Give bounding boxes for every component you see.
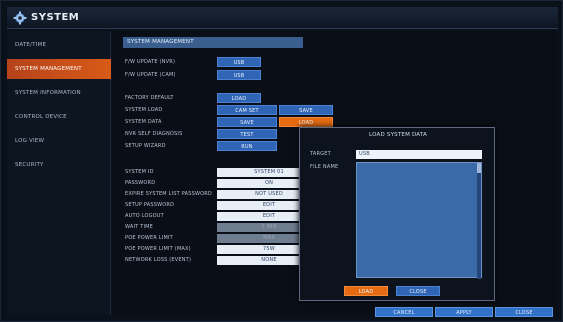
network-loss-event-label: NETWORK LOSS (EVENT)	[125, 257, 192, 263]
factory-default-label: FACTORY DEFAULT	[125, 95, 174, 101]
target-select[interactable]: USB	[356, 150, 482, 159]
window-frame: SYSTEM DATE/TIME SYSTEM MANAGEMENT SYSTE…	[0, 0, 563, 322]
system-load-label: SYSTEM LOAD	[125, 107, 163, 113]
factory-default-load-button[interactable]: LOAD	[217, 93, 261, 103]
title-bar: SYSTEM	[7, 7, 558, 29]
fw-update-cam-button[interactable]: USB	[217, 70, 261, 80]
poe-power-limit-max-label: POE POWER LIMIT (MAX)	[125, 246, 191, 252]
gear-icon	[13, 11, 27, 25]
close-button[interactable]: CLOSE	[495, 307, 553, 317]
sidebar-item-system-management[interactable]: SYSTEM MANAGEMENT	[7, 59, 111, 79]
file-list-scrollbar[interactable]	[477, 163, 481, 279]
apply-button[interactable]: APPLY	[435, 307, 493, 317]
setup-password-label: SETUP PASSWORD	[125, 202, 175, 208]
cancel-button[interactable]: CANCEL	[375, 307, 433, 317]
window-title: SYSTEM	[31, 12, 80, 23]
sidebar: DATE/TIME SYSTEM MANAGEMENT SYSTEM INFOR…	[7, 31, 111, 315]
sidebar-item-log-view[interactable]: LOG VIEW	[7, 131, 111, 151]
target-label: TARGET	[310, 151, 331, 157]
sidebar-item-system-information[interactable]: SYSTEM INFORMATION	[7, 83, 111, 103]
wait-time-label: WAIT TIME	[125, 224, 154, 230]
fw-update-nvr-label: F/W UPDATE (NVR)	[125, 59, 176, 65]
system-data-load-button[interactable]: LOAD	[279, 117, 333, 127]
sidebar-item-security[interactable]: SECURITY	[7, 155, 111, 175]
scrollbar-thumb[interactable]	[477, 163, 481, 173]
nvr-self-diagnosis-test-button[interactable]: TEST	[217, 129, 277, 139]
system-load-cam-set-button[interactable]: CAM SET	[217, 105, 277, 115]
setup-wizard-label: SETUP WIZARD	[125, 143, 166, 149]
setup-wizard-run-button[interactable]: RUN	[217, 141, 277, 151]
dialog-load-button[interactable]: LOAD	[344, 286, 388, 296]
system-data-label: SYSTEM DATA	[125, 119, 162, 125]
section-title: SYSTEM MANAGEMENT	[123, 37, 303, 48]
system-id-label: SYSTEM ID	[125, 169, 154, 175]
auto-logout-label: AUTO LOGOUT	[125, 213, 164, 219]
dialog-title: LOAD SYSTEM DATA	[369, 132, 427, 138]
dialog-close-button[interactable]: CLOSE	[396, 286, 440, 296]
expire-system-list-password-label: EXPIRE SYSTEM LIST PASSWORD	[125, 191, 212, 197]
password-label: PASSWORD	[125, 180, 156, 186]
system-data-save-button[interactable]: SAVE	[217, 117, 277, 127]
fw-update-cam-label: F/W UPDATE (CAM)	[125, 72, 176, 78]
file-name-label: FILE NAME	[310, 164, 339, 170]
system-load-save-button[interactable]: SAVE	[279, 105, 333, 115]
poe-power-limit-label: POE POWER LIMIT	[125, 235, 173, 241]
file-list[interactable]	[356, 162, 482, 279]
sidebar-item-control-device[interactable]: CONTROL DEVICE	[7, 107, 111, 127]
load-system-data-dialog: LOAD SYSTEM DATA TARGET USB FILE NAME LO…	[299, 127, 495, 301]
fw-update-nvr-button[interactable]: USB	[217, 57, 261, 67]
sidebar-item-date-time[interactable]: DATE/TIME	[7, 35, 111, 55]
nvr-self-diagnosis-label: NVR SELF DIAGNOSIS	[125, 131, 183, 137]
